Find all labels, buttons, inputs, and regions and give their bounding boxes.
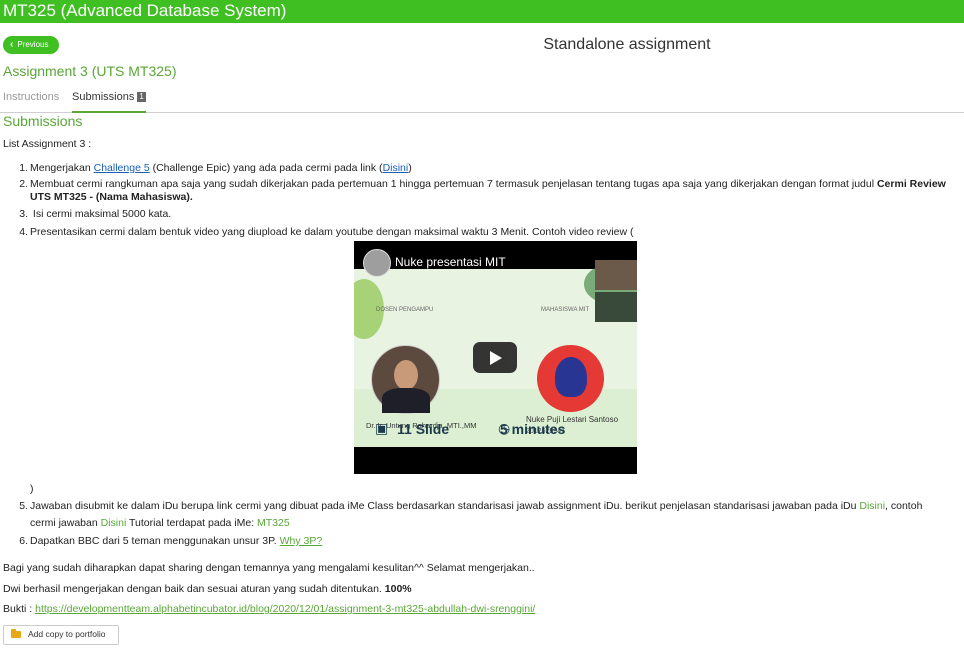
presenter-icon: ▣ — [375, 420, 389, 436]
list-number: 3. — [19, 208, 28, 220]
bukti-label: Bukti : — [3, 603, 36, 615]
challenge-5-link[interactable]: Challenge 5 — [94, 162, 150, 174]
tab-instructions[interactable]: Instructions — [3, 91, 59, 103]
list-item-1: Mengerjakan Challenge 5 (Challenge Epic)… — [30, 162, 412, 175]
result-label: Dwi berhasil mengerjakan dengan baik dan… — [3, 583, 385, 595]
item-text: cermi jawaban — [30, 517, 101, 529]
list-item-6: Dapatkan BBC dari 5 teman menggunakan un… — [30, 535, 322, 548]
dosen-label: DOSEN PENGAMPU — [376, 307, 434, 313]
item-text: , contoh — [885, 500, 923, 512]
student-photo — [537, 345, 604, 412]
list-number: 6. — [19, 535, 28, 547]
channel-avatar[interactable] — [363, 249, 391, 277]
mt325-link[interactable]: MT325 — [257, 517, 290, 529]
face-shape — [394, 360, 418, 390]
mahasiswa-label: MAHASISWA MIT — [541, 307, 590, 313]
result-score: 100% — [384, 583, 412, 595]
slide-count: 11 Slide — [397, 421, 450, 437]
tab-submissions-label: Submissions — [72, 91, 135, 103]
bukti-row: Bukti : https://developmentteam.alphabet… — [3, 603, 535, 616]
list-item-4: Presentasikan cermi dalam bentuk video y… — [30, 226, 634, 238]
list-item-2-line2: UTS MT325 - (Nama Mahasiswa). — [30, 191, 193, 204]
list-item-5-line1: Jawaban disubmit ke dalam iDu berupa lin… — [30, 500, 922, 513]
item-text: ) — [408, 162, 412, 174]
tab-bar: Instructions Submissions 1 — [0, 89, 964, 113]
video-title[interactable]: Nuke presentasi MIT — [395, 255, 506, 269]
standarisasi-disini-link[interactable]: Disini — [859, 500, 885, 512]
list-item-3: Isi cermi maksimal 5000 kata. — [30, 208, 172, 220]
page-title: Standalone assignment — [543, 36, 711, 53]
item-text: Dapatkan BBC dari 5 teman menggunakan un… — [30, 535, 280, 547]
add-to-portfolio-button[interactable]: Add copy to portfolio — [3, 625, 119, 645]
list-item-2-line1: Membuat cermi rangkuman apa saja yang su… — [30, 178, 946, 191]
item-text: Membuat cermi rangkuman apa saja yang su… — [30, 178, 877, 190]
list-number: 5. — [19, 500, 28, 512]
video-embed[interactable]: DOSEN PENGAMPU MAHASISWA MIT Dr. Ir. Unt… — [354, 241, 637, 474]
submission-count-badge: 1 — [137, 92, 146, 102]
tab-instructions-label: Instructions — [3, 91, 60, 103]
participant-thumbnail — [595, 292, 637, 322]
tab-submissions[interactable]: Submissions 1 — [72, 91, 146, 113]
suit-shape — [382, 388, 430, 413]
bukti-link[interactable]: https://developmentteam.alphabetincubato… — [35, 603, 535, 615]
hijab-shape — [555, 357, 587, 397]
result-text: Dwi berhasil mengerjakan dengan baik dan… — [3, 583, 412, 596]
participant-thumbnail — [595, 260, 637, 290]
item-bold-text: Cermi Review — [876, 178, 946, 190]
list-intro: List Assignment 3 : — [3, 138, 92, 150]
list-number: 1. — [19, 162, 28, 174]
video-duration: 5 minutes — [500, 421, 566, 437]
item-text: Jawaban disubmit ke dalam iDu berupa lin… — [30, 500, 860, 512]
closing-text: Bagi yang sudah diharapkan dapat sharing… — [3, 562, 535, 574]
list-number: 4. — [19, 226, 28, 238]
list-number: 2. — [19, 178, 28, 190]
app-header: MT325 (Advanced Database System) — [0, 0, 964, 23]
video-closing-paren: ) — [30, 483, 34, 495]
assignment-title: Assignment 3 (UTS MT325) — [3, 63, 177, 79]
lecturer-photo — [371, 345, 440, 414]
item-text: Tutorial terdapat pada iMe: — [126, 517, 258, 529]
item-bold-text: UTS MT325 - (Nama Mahasiswa). — [30, 191, 193, 203]
list-item-5-line2: cermi jawaban Disini Tutorial terdapat p… — [30, 517, 290, 530]
play-icon[interactable] — [473, 342, 517, 373]
why-3p-link[interactable]: Why 3P? — [280, 535, 323, 547]
item-text: (Challenge Epic) yang ada pada cermi pad… — [149, 162, 383, 174]
portfolio-label: Add copy to portfolio — [28, 629, 106, 639]
section-title: Submissions — [3, 113, 83, 129]
folder-icon — [11, 629, 21, 638]
course-title: MT325 (Advanced Database System) — [3, 1, 287, 20]
contoh-disini-link[interactable]: Disini — [101, 517, 127, 529]
disini-link[interactable]: Disini — [383, 162, 409, 174]
item-text: Mengerjakan — [30, 162, 94, 174]
